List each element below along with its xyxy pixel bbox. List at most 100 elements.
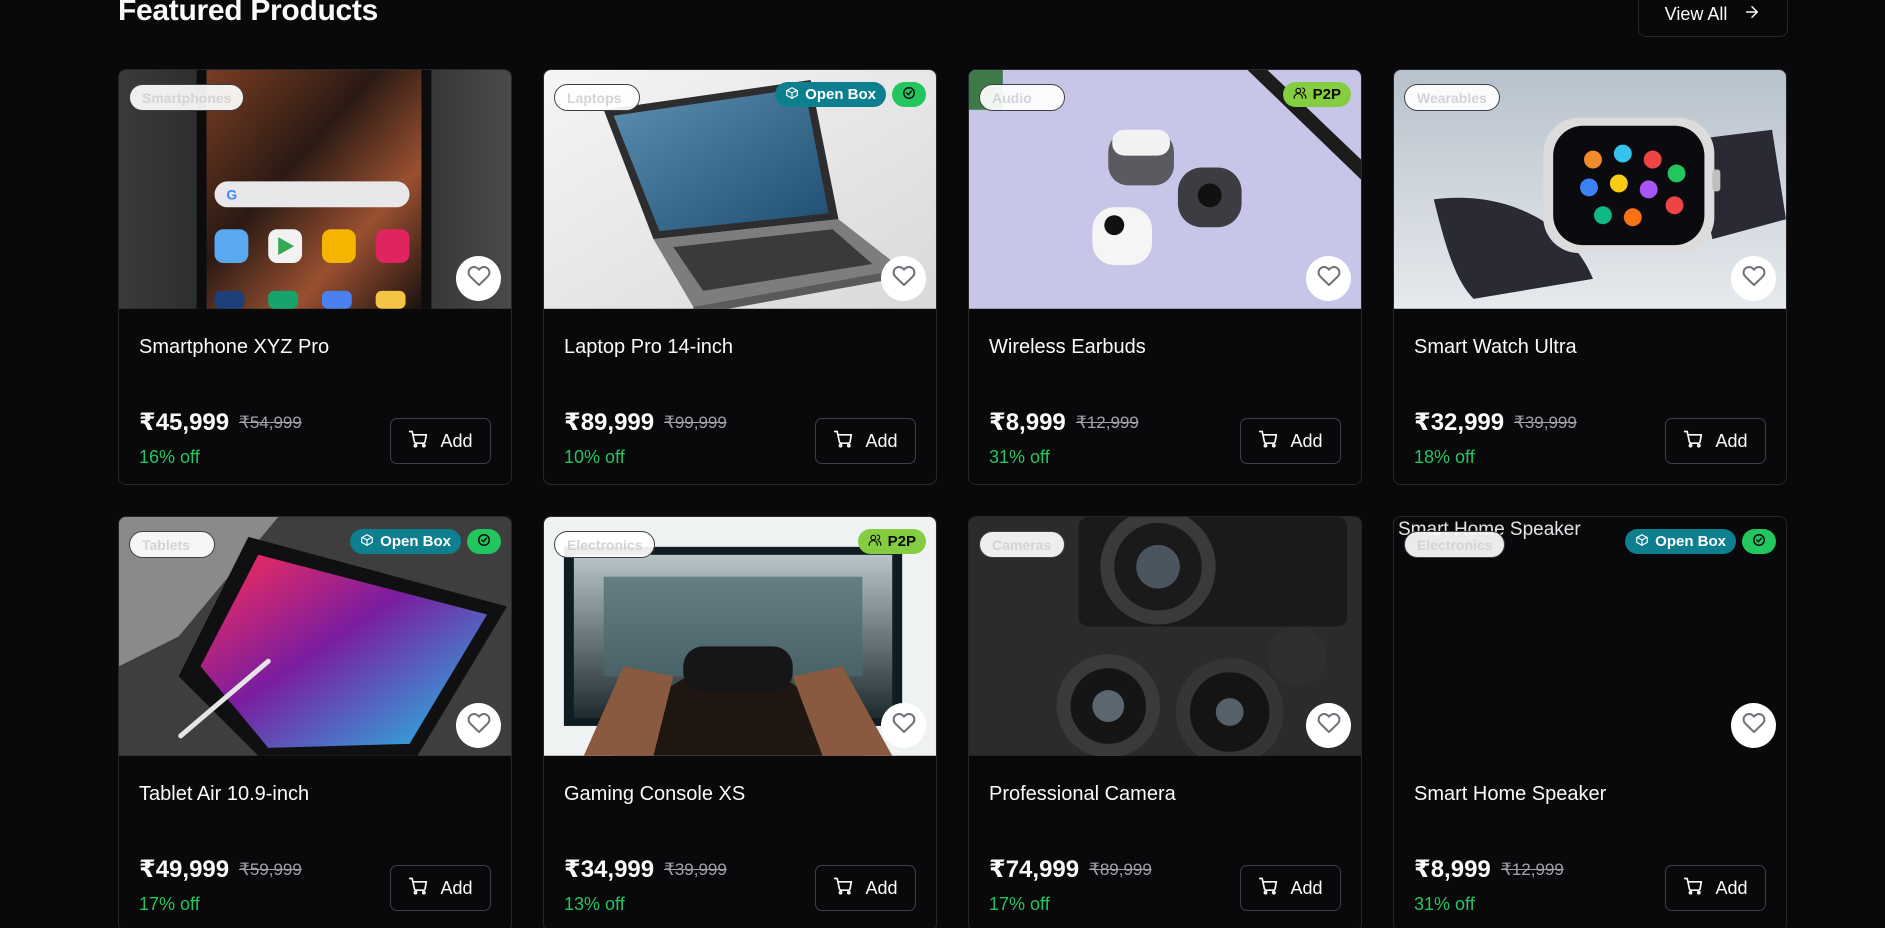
product-card[interactable]: Cameras Professional Camera ₹74,999 ₹89,… [968, 516, 1362, 928]
wishlist-button[interactable] [881, 256, 926, 301]
product-tags: Open Box [1625, 529, 1776, 554]
product-name[interactable]: Smart Home Speaker [1414, 783, 1606, 806]
add-to-cart-button[interactable]: Add [390, 865, 491, 911]
product-name[interactable]: Gaming Console XS [564, 783, 745, 806]
add-label: Add [1290, 877, 1323, 898]
add-to-cart-button[interactable]: Add [815, 418, 916, 464]
product-name[interactable]: Wireless Earbuds [989, 336, 1146, 359]
heart-icon [467, 711, 491, 740]
product-image[interactable]: Smart Home Speaker Electronics Open Box [1394, 517, 1786, 757]
wishlist-button[interactable] [456, 703, 501, 748]
box-icon [360, 533, 374, 551]
add-label: Add [1715, 430, 1748, 451]
product-name[interactable]: Laptop Pro 14-inch [564, 336, 733, 359]
cart-icon [1258, 429, 1278, 454]
wishlist-button[interactable] [881, 703, 926, 748]
verified-tag [892, 82, 926, 107]
product-price: ₹45,999 [139, 409, 230, 436]
add-to-cart-button[interactable]: Add [1665, 418, 1766, 464]
product-name[interactable]: Smart Watch Ultra [1414, 336, 1577, 359]
product-card[interactable]: Laptops Open Box Laptop Pro 14-inch ₹89,… [543, 69, 937, 485]
wishlist-button[interactable] [1306, 256, 1351, 301]
discount-text: 17% off [139, 894, 200, 914]
discount-text: 17% off [989, 894, 1050, 914]
open-box-label: Open Box [1655, 533, 1726, 550]
card-body: Smart Watch Ultra ₹32,999 ₹39,999 18% of… [1394, 310, 1786, 484]
wishlist-button[interactable] [1306, 703, 1351, 748]
verified-tag [1742, 529, 1776, 554]
heart-icon [1742, 711, 1766, 740]
product-price: ₹8,999 [1414, 856, 1491, 883]
add-to-cart-button[interactable]: Add [390, 418, 491, 464]
product-card[interactable]: G Smartphones Smartphone XYZ Pro ₹45,999… [118, 69, 512, 485]
discount-text: 16% off [139, 447, 200, 467]
product-tags: P2P [857, 529, 926, 554]
cart-icon [1683, 876, 1703, 901]
p2p-tag: P2P [1282, 82, 1351, 107]
section-header: Featured Products View All [118, 0, 1788, 40]
product-image[interactable]: Audio P2P [969, 70, 1361, 310]
product-image[interactable]: Tablets Open Box [119, 517, 511, 757]
cart-icon [408, 429, 428, 454]
arrow-right-icon [1743, 3, 1761, 26]
product-card[interactable]: Audio P2P Wireless Earbuds ₹8,999 ₹12,99… [968, 69, 1362, 485]
wishlist-button[interactable] [1731, 256, 1776, 301]
original-price: ₹54,999 [239, 413, 302, 432]
card-body: Gaming Console XS ₹34,999 ₹39,999 13% of… [544, 757, 936, 928]
add-label: Add [865, 877, 898, 898]
product-card[interactable]: Tablets Open Box Tablet Air 10.9-inch ₹4… [118, 516, 512, 928]
add-label: Add [440, 877, 473, 898]
wishlist-button[interactable] [1731, 703, 1776, 748]
open-box-tag: Open Box [775, 82, 886, 107]
heart-icon [1742, 264, 1766, 293]
product-tags: Open Box [775, 82, 926, 107]
product-image[interactable]: Laptops Open Box [544, 70, 936, 310]
product-card[interactable]: Electronics P2P Gaming Console XS ₹34,99… [543, 516, 937, 928]
box-icon [1635, 533, 1649, 551]
view-all-button[interactable]: View All [1638, 0, 1788, 37]
discount-text: 18% off [1414, 447, 1475, 467]
discount-text: 31% off [989, 447, 1050, 467]
product-grid: G Smartphones Smartphone XYZ Pro ₹45,999… [118, 69, 1788, 928]
open-box-label: Open Box [380, 533, 451, 550]
discount-text: 31% off [1414, 894, 1475, 914]
product-image[interactable]: Electronics P2P [544, 517, 936, 757]
heart-icon [892, 711, 916, 740]
original-price: ₹12,999 [1076, 413, 1139, 432]
add-to-cart-button[interactable]: Add [1240, 865, 1341, 911]
original-price: ₹39,999 [664, 860, 727, 879]
card-body: Wireless Earbuds ₹8,999 ₹12,999 31% off … [969, 310, 1361, 484]
product-image[interactable]: Cameras [969, 517, 1361, 757]
add-label: Add [1715, 877, 1748, 898]
cart-icon [1258, 876, 1278, 901]
open-box-tag: Open Box [350, 529, 461, 554]
product-card[interactable]: Smart Home Speaker Electronics Open Box … [1393, 516, 1787, 928]
add-to-cart-button[interactable]: Add [815, 865, 916, 911]
product-name[interactable]: Smartphone XYZ Pro [139, 336, 329, 359]
product-price: ₹34,999 [564, 856, 655, 883]
category-badge: Wearables [1404, 84, 1500, 111]
add-to-cart-button[interactable]: Add [1665, 865, 1766, 911]
add-label: Add [865, 430, 898, 451]
cart-icon [1683, 429, 1703, 454]
card-body: Smartphone XYZ Pro ₹45,999 ₹54,999 16% o… [119, 310, 511, 484]
product-price: ₹49,999 [139, 856, 230, 883]
wishlist-button[interactable] [456, 256, 501, 301]
original-price: ₹12,999 [1501, 860, 1564, 879]
product-image[interactable]: Wearables [1394, 70, 1786, 310]
add-to-cart-button[interactable]: Add [1240, 418, 1341, 464]
category-badge: Tablets [129, 531, 215, 558]
users-icon [1293, 86, 1307, 104]
product-price: ₹74,999 [989, 856, 1080, 883]
category-badge: Electronics [554, 531, 656, 558]
product-name[interactable]: Tablet Air 10.9-inch [139, 783, 309, 806]
box-icon [785, 86, 799, 104]
cart-icon [408, 876, 428, 901]
product-card[interactable]: Wearables Smart Watch Ultra ₹32,999 ₹39,… [1393, 69, 1787, 485]
category-badge: Cameras [979, 531, 1065, 558]
product-name[interactable]: Professional Camera [989, 783, 1176, 806]
cart-icon [833, 876, 853, 901]
product-image[interactable]: G Smartphones [119, 70, 511, 310]
check-circle-icon [1752, 533, 1766, 551]
cart-icon [833, 429, 853, 454]
